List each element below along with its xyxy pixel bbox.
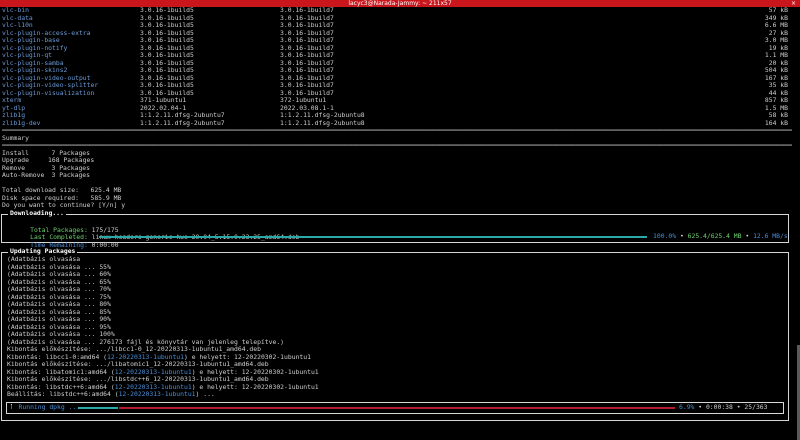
updating-log: (Adatbázis olvasása (Adatbázis olvasása .… <box>7 255 777 399</box>
package-row: vlc-plugin-notify 3.0.16-1build5 3.0.16-1b… <box>2 44 792 53</box>
package-row: vlc-plugin-qt 3.0.16-1build5 3.0.16-1build… <box>2 51 792 60</box>
package-row: vlc-plugin-access-extra 3.0.16-1build5 3.0… <box>2 29 792 38</box>
summary-heading: Summary <box>2 133 29 142</box>
package-row: yt-dlp 2022.02.04-1 2022.03.08.1-1 1.5 MB <box>2 104 792 113</box>
time-remaining-value: 0:00:00 <box>91 240 119 249</box>
terminal-output: vlc-bin 3.0.16-1build5 3.0.16-1build7 57 kB… <box>2 6 792 210</box>
dpkg-percent: 6.9% <box>679 403 695 411</box>
log-version: 12-20220313-1ubuntu1 <box>118 390 196 398</box>
package-size: 164 kB <box>764 118 788 127</box>
log-line: (Adatbázis olvasása <box>7 255 81 263</box>
summary-label: Auto-Remove <box>2 171 45 179</box>
continue-prompt: Do you want to continue? [Y/n] y <box>2 201 126 209</box>
log-line: (Adatbázis olvasása ... 70% <box>7 285 111 293</box>
package-row: vlc-plugin-base 3.0.16-1build5 3.0.16-1bui… <box>2 36 792 45</box>
close-icon[interactable]: × <box>791 0 796 7</box>
downloading-panel: Downloading... Total Packages: 175/175 L… <box>1 209 789 248</box>
window-title: lacyc3@Narada-Jammy: ~ 211x57 <box>348 0 452 7</box>
spinner-icon: ⠇ <box>10 403 15 411</box>
log-line: (Adatbázis olvasása ... 60% <box>7 270 111 278</box>
updating-panel: Updating Packages (Adatbázis olvasása (Ad… <box>1 247 789 421</box>
summary-count: 3 Packages <box>51 171 90 179</box>
package-row: vlc-plugin-samba 3.0.16-1build5 3.0.16-1bu… <box>2 59 792 68</box>
package-row: vlc-plugin-video-output 3.0.16-1build5 3.0… <box>2 74 792 83</box>
package-row: vlc-plugin-video-splitter 3.0.16-1build5 3… <box>2 81 792 90</box>
package-row: vlc-bin 3.0.16-1build5 3.0.16-1build7 57 kB <box>2 6 792 15</box>
separator-top: ════════════════════════════════════════… <box>2 127 792 134</box>
package-name: zlib1g-dev <box>2 118 41 127</box>
package-list: vlc-bin 3.0.16-1build5 3.0.16-1build7 57 kB… <box>2 6 792 128</box>
summary-row: Remove 3 Packages <box>2 164 792 173</box>
dpkg-running-label: Running dpkg ... <box>18 403 81 411</box>
package-row: vlc-data 3.0.16-1build5 3.0.16-1build7 349 … <box>2 14 792 23</box>
summary-row: Upgrade 168 Packages <box>2 156 792 165</box>
package-new-version: 1:1.2.11.dfsg-2ubuntu8 <box>280 118 365 127</box>
download-speed: 12.6 MB/s <box>753 232 788 240</box>
dpkg-running: ⠇ Running dpkg ... <box>10 403 81 412</box>
download-stats: 100.0% • 625.4/625.4 MB • 12.6 MB/s <box>653 232 788 240</box>
summary-rows: Install 7 Packages Upgrade 168 Packages Remo… <box>2 149 792 180</box>
log-line: (Adatbázis olvasása ... 90% <box>7 315 111 323</box>
dpkg-stats: 6.9% • 0:00:38 • 25/363 <box>679 403 768 411</box>
log-text: Beállítás: libstdc++6:amd64 ( <box>7 390 119 398</box>
package-row: zlib1g 1:1.2.11.dfsg-2ubuntu7 1:1.2.11.dfs… <box>2 111 792 120</box>
dpkg-count: 25/363 <box>744 403 768 411</box>
log-line: (Adatbázis olvasása ... 85% <box>7 307 111 316</box>
summary-row: Install 7 Packages <box>2 149 792 158</box>
log-line: (Adatbázis olvasása ... 75% <box>7 292 111 301</box>
package-row: vlc-plugin-visualization 3.0.16-1build5 3.… <box>2 89 792 98</box>
package-row: vlc-plugin-skins2 3.0.16-1build5 3.0.16-1b… <box>2 66 792 75</box>
download-progress-fill <box>99 236 647 238</box>
log-text: ) ... <box>195 390 215 398</box>
log-line: (Adatbázis olvasása ... 65% <box>7 277 111 286</box>
dpkg-progress-track <box>119 407 675 409</box>
package-row: vlc-l10n 3.0.16-1build5 3.0.16-1build7 6.6 … <box>2 21 792 30</box>
download-size: 625.4/625.4 MB <box>687 232 742 240</box>
downloading-title: Downloading... <box>8 209 66 218</box>
download-percent: 100.0% <box>653 232 677 240</box>
download-progress-bar <box>99 236 647 238</box>
dpkg-progress-fill <box>78 407 118 409</box>
log-line: Beállítás: libstdc++6:amd64 (12-20220313… <box>7 390 777 399</box>
log-line: (Adatbázis olvasása ... 80% <box>7 300 111 308</box>
summary-row: Auto-Remove 3 Packages <box>2 171 792 180</box>
dpkg-progress-box: ⠇ Running dpkg ... 6.9% • 0:00:38 • 25/3… <box>6 402 784 414</box>
package-old-version: 1:1.2.11.dfsg-2ubuntu7 <box>140 118 225 127</box>
package-row: zlib1g-dev 1:1.2.11.dfsg-2ubuntu7 1:1.2.11… <box>2 118 792 128</box>
window-titlebar[interactable]: lacyc3@Narada-Jammy: ~ 211x57 × <box>0 0 800 7</box>
log-line: (Adatbázis olvasása ... 55% <box>7 262 111 271</box>
log-line: (Adatbázis olvasása ... 95% <box>7 322 111 331</box>
separator-bottom: ════════════════════════════════════════… <box>2 142 792 149</box>
package-row: xterm 371-1ubuntu1 372-1ubuntu1 857 kB <box>2 96 792 105</box>
dpkg-elapsed: 0:00:38 <box>705 403 733 411</box>
total-packages-line: Total Packages: 175/175 <box>7 219 777 234</box>
